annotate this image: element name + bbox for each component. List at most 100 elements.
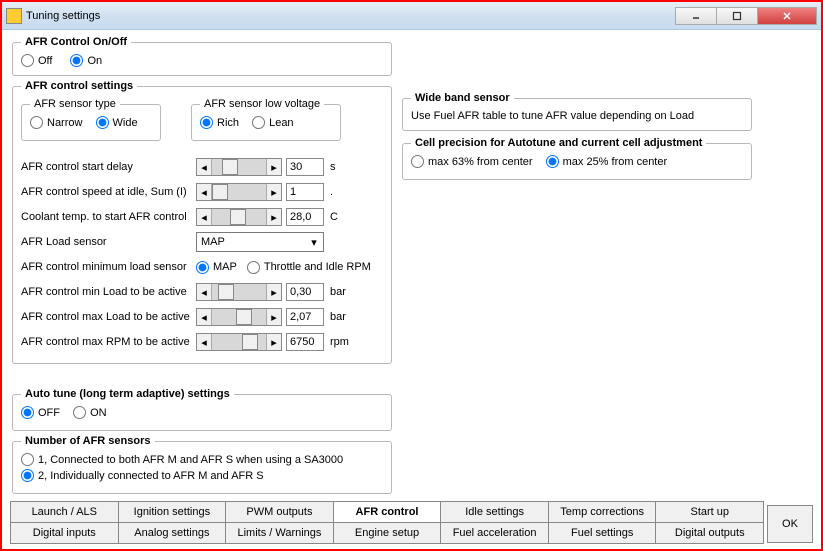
min-load-slider[interactable]: ◂ ▸ xyxy=(196,283,282,301)
chevron-right-icon[interactable]: ▸ xyxy=(267,159,281,175)
sensor-narrow-radio[interactable]: Narrow xyxy=(30,116,82,129)
minimize-button[interactable] xyxy=(675,7,717,25)
tab-engine-setup[interactable]: Engine setup xyxy=(333,522,442,544)
min-load-value[interactable] xyxy=(286,283,324,301)
tuning-settings-window: Tuning settings AFR Control On/Off Off O… xyxy=(0,0,823,551)
tab-launch-als[interactable]: Launch / ALS xyxy=(10,501,119,523)
chevron-down-icon: ▾ xyxy=(307,235,321,249)
autotune-on-radio[interactable]: ON xyxy=(73,406,107,419)
start-delay-slider[interactable]: ◂ ▸ xyxy=(196,158,282,176)
lowv-rich-radio[interactable]: Rich xyxy=(200,116,239,129)
max-rpm-unit: rpm xyxy=(330,336,354,348)
max-rpm-value[interactable] xyxy=(286,333,324,351)
mls-throttle-radio[interactable]: Throttle and Idle RPM xyxy=(247,261,371,274)
tabs-area: Launch / ALS Ignition settings PWM outpu… xyxy=(10,501,813,543)
tab-pwm-outputs[interactable]: PWM outputs xyxy=(225,501,334,523)
chevron-left-icon[interactable]: ◂ xyxy=(197,209,211,225)
load-sensor-value: MAP xyxy=(201,236,225,248)
afr-settings-group: AFR control settings AFR sensor type Nar… xyxy=(12,80,392,364)
start-delay-label: AFR control start delay xyxy=(21,161,196,173)
min-load-label: AFR control min Load to be active xyxy=(21,286,196,298)
tab-row-2: Digital inputs Analog settings Limits / … xyxy=(10,522,763,544)
left-column: AFR Control On/Off Off On AFR control se… xyxy=(12,36,392,498)
max-load-unit: bar xyxy=(330,311,354,323)
row-min-load: AFR control min Load to be active ◂ ▸ ba… xyxy=(21,281,383,303)
coolant-slider[interactable]: ◂ ▸ xyxy=(196,208,282,226)
app-icon xyxy=(6,8,22,24)
cell-precision-legend: Cell precision for Autotune and current … xyxy=(411,137,706,149)
idle-speed-unit: . xyxy=(330,186,354,198)
afr-off-radio[interactable]: Off xyxy=(21,54,52,67)
titlebar-buttons xyxy=(676,7,817,25)
row-idle-speed: AFR control speed at idle, Sum (I) ◂ ▸ . xyxy=(21,181,383,203)
row-min-load-sensor: AFR control minimum load sensor MAP Thro… xyxy=(21,256,383,278)
coolant-label: Coolant temp. to start AFR control xyxy=(21,211,196,223)
row-coolant: Coolant temp. to start AFR control ◂ ▸ C xyxy=(21,206,383,228)
maximize-button[interactable] xyxy=(716,7,758,25)
tab-digital-inputs[interactable]: Digital inputs xyxy=(10,522,119,544)
row-load-sensor: AFR Load sensor MAP ▾ xyxy=(21,231,383,253)
chevron-left-icon[interactable]: ◂ xyxy=(197,334,211,350)
afr-low-voltage-group: AFR sensor low voltage Rich Lean xyxy=(191,98,341,141)
load-sensor-dropdown[interactable]: MAP ▾ xyxy=(196,232,324,252)
load-sensor-label: AFR Load sensor xyxy=(21,236,196,248)
row-max-rpm: AFR control max RPM to be active ◂ ▸ rpm xyxy=(21,331,383,353)
close-button[interactable] xyxy=(757,7,817,25)
max-load-label: AFR control max Load to be active xyxy=(21,311,196,323)
afr-settings-legend: AFR control settings xyxy=(21,80,137,92)
autotune-off-radio[interactable]: OFF xyxy=(21,406,60,419)
precision-25-radio[interactable]: max 25% from center xyxy=(546,155,668,168)
sensor-wide-radio[interactable]: Wide xyxy=(96,116,138,129)
afr-low-voltage-legend: AFR sensor low voltage xyxy=(200,98,324,110)
num-sensors-2-radio[interactable]: 2, Individually connected to AFR M and A… xyxy=(21,469,264,482)
tab-temp-corrections[interactable]: Temp corrections xyxy=(548,501,657,523)
tab-idle-settings[interactable]: Idle settings xyxy=(440,501,549,523)
max-load-value[interactable] xyxy=(286,308,324,326)
lowv-lean-radio[interactable]: Lean xyxy=(252,116,293,129)
afr-on-radio[interactable]: On xyxy=(70,54,102,67)
chevron-left-icon[interactable]: ◂ xyxy=(197,159,211,175)
idle-speed-label: AFR control speed at idle, Sum (I) xyxy=(21,186,196,198)
max-rpm-label: AFR control max RPM to be active xyxy=(21,336,196,348)
coolant-value[interactable] xyxy=(286,208,324,226)
num-sensors-legend: Number of AFR sensors xyxy=(21,435,155,447)
afr-onoff-group: AFR Control On/Off Off On xyxy=(12,36,392,76)
content: AFR Control On/Off Off On AFR control se… xyxy=(2,30,821,549)
chevron-left-icon[interactable]: ◂ xyxy=(197,284,211,300)
chevron-right-icon[interactable]: ▸ xyxy=(267,334,281,350)
tab-fuel-settings[interactable]: Fuel settings xyxy=(548,522,657,544)
tab-analog-settings[interactable]: Analog settings xyxy=(118,522,227,544)
chevron-right-icon[interactable]: ▸ xyxy=(267,284,281,300)
chevron-right-icon[interactable]: ▸ xyxy=(267,309,281,325)
coolant-unit: C xyxy=(330,211,354,223)
chevron-right-icon[interactable]: ▸ xyxy=(267,184,281,200)
titlebar: Tuning settings xyxy=(2,2,821,30)
idle-speed-slider[interactable]: ◂ ▸ xyxy=(196,183,282,201)
idle-speed-value[interactable] xyxy=(286,183,324,201)
chevron-left-icon[interactable]: ◂ xyxy=(197,309,211,325)
tab-ignition-settings[interactable]: Ignition settings xyxy=(118,501,227,523)
wide-band-group: Wide band sensor Use Fuel AFR table to t… xyxy=(402,92,752,131)
tab-limits-warnings[interactable]: Limits / Warnings xyxy=(225,522,334,544)
tab-row-1: Launch / ALS Ignition settings PWM outpu… xyxy=(10,501,763,523)
tab-fuel-acceleration[interactable]: Fuel acceleration xyxy=(440,522,549,544)
tab-afr-control[interactable]: AFR control xyxy=(333,501,442,523)
start-delay-value[interactable] xyxy=(286,158,324,176)
row-start-delay: AFR control start delay ◂ ▸ s xyxy=(21,156,383,178)
min-load-unit: bar xyxy=(330,286,354,298)
tab-start-up[interactable]: Start up xyxy=(655,501,764,523)
afr-sensor-type-group: AFR sensor type Narrow Wide xyxy=(21,98,161,141)
right-column: Wide band sensor Use Fuel AFR table to t… xyxy=(402,92,752,186)
tab-digital-outputs[interactable]: Digital outputs xyxy=(655,522,764,544)
chevron-right-icon[interactable]: ▸ xyxy=(267,209,281,225)
max-rpm-slider[interactable]: ◂ ▸ xyxy=(196,333,282,351)
start-delay-unit: s xyxy=(330,161,354,173)
precision-63-radio[interactable]: max 63% from center xyxy=(411,155,533,168)
num-sensors-1-radio[interactable]: 1, Connected to both AFR M and AFR S whe… xyxy=(21,453,343,466)
min-load-sensor-label: AFR control minimum load sensor xyxy=(21,261,196,273)
ok-button[interactable]: OK xyxy=(767,505,813,543)
chevron-left-icon[interactable]: ◂ xyxy=(197,184,211,200)
mls-map-radio[interactable]: MAP xyxy=(196,261,237,274)
autotune-group: Auto tune (long term adaptive) settings … xyxy=(12,388,392,431)
max-load-slider[interactable]: ◂ ▸ xyxy=(196,308,282,326)
